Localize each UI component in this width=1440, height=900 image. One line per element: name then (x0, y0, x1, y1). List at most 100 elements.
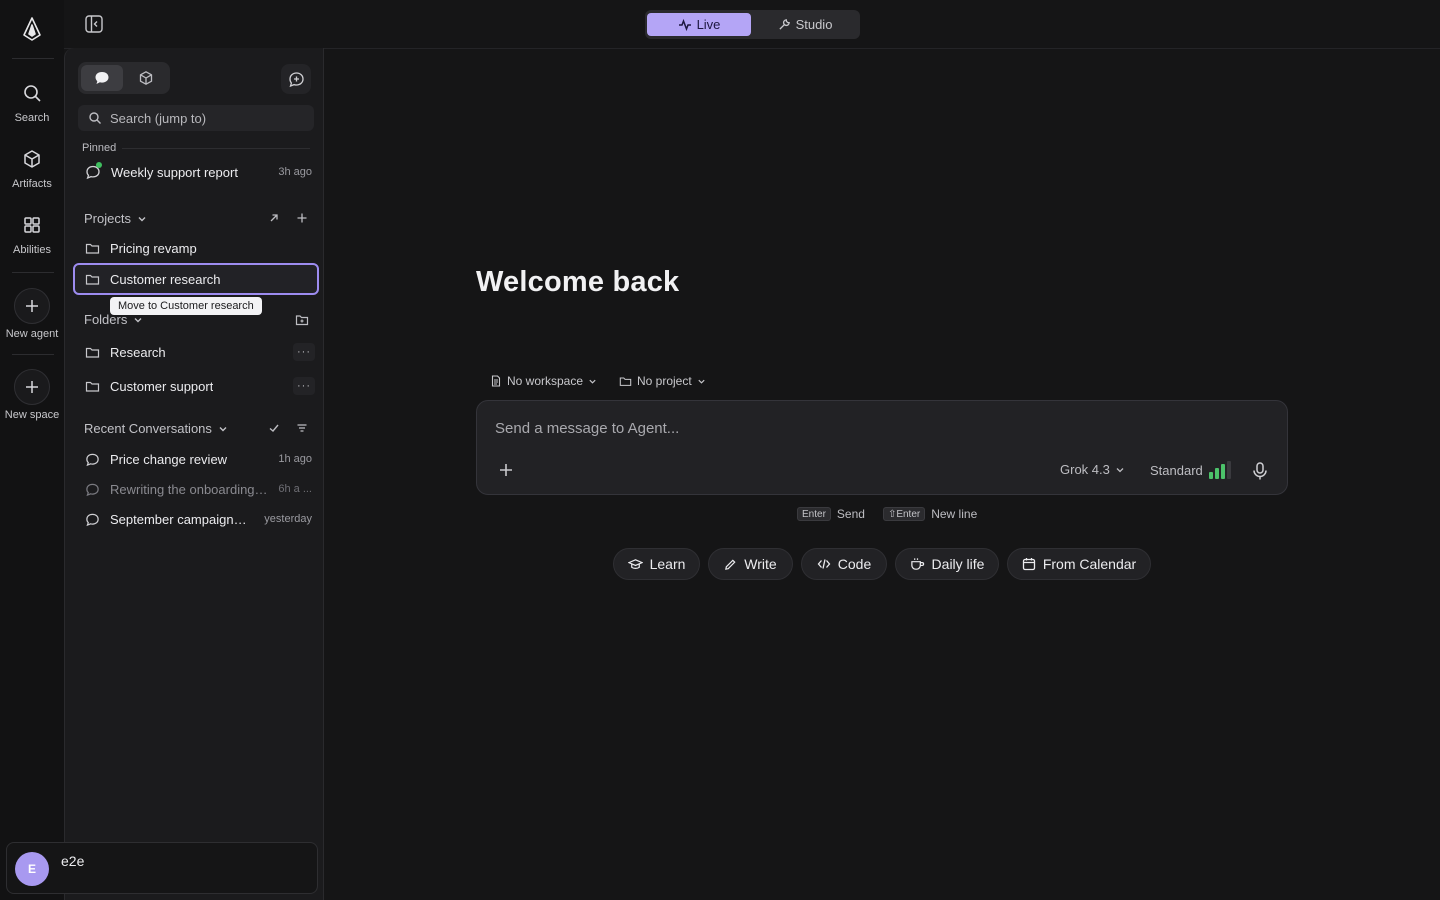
code-chip[interactable]: Code (801, 548, 887, 580)
folder-item[interactable]: Research ··· (74, 338, 318, 366)
recent-heading[interactable]: Recent Conversations (84, 421, 228, 436)
project-item-title: Pricing revamp (110, 240, 197, 256)
add-folder-button[interactable] (292, 310, 312, 330)
folder-item-title: Customer support (110, 378, 214, 394)
rail-new-space-label: New space (4, 409, 60, 421)
conversation-item[interactable]: September campaign i... yesterday (74, 505, 318, 533)
new-chat-button[interactable] (281, 64, 311, 94)
select-conversations-button[interactable] (264, 418, 284, 438)
chevron-down-icon (589, 379, 596, 384)
effort-selector[interactable]: Standard (1150, 461, 1231, 479)
sidebar-toggle-icon[interactable] (83, 13, 105, 35)
conversation-item[interactable]: Price change review 1h ago (74, 445, 318, 473)
projects-heading[interactable]: Projects (84, 211, 147, 226)
cube-icon (139, 71, 153, 85)
folder-item-title: Research (110, 344, 166, 360)
mode-live-button[interactable]: Live (647, 13, 751, 36)
filter-conversations-button[interactable] (292, 418, 312, 438)
open-projects-button[interactable] (264, 208, 284, 228)
pinned-item-time: 3h ago (278, 166, 312, 178)
rail-new-space[interactable]: New space (0, 369, 64, 425)
calendar-icon (1022, 558, 1035, 571)
rail-divider (12, 272, 54, 273)
conversation-title: Rewriting the onboarding ... (110, 481, 268, 497)
check-icon (269, 424, 279, 432)
project-selector-label: No project (637, 374, 692, 388)
pinned-heading: Pinned (82, 142, 117, 154)
rail-abilities[interactable]: Abilities (0, 214, 64, 270)
rail-search-label: Search (14, 112, 50, 124)
folder-item[interactable]: Customer support ··· (74, 372, 318, 400)
folder-more-button[interactable]: ··· (293, 377, 315, 395)
send-key-hint: Enter (797, 507, 831, 521)
conversation-time: 1h ago (278, 453, 312, 465)
folder-icon (85, 274, 100, 285)
add-project-button[interactable] (292, 208, 312, 228)
pinned-item-title: Weekly support report (111, 164, 238, 180)
user-name: e2e (61, 853, 85, 869)
coffee-icon (910, 557, 924, 570)
conversation-title: September campaign i... (110, 511, 250, 527)
arrow-up-right-icon (270, 214, 278, 222)
chat-bubble-icon (86, 513, 99, 526)
newline-key-hint: ⇧Enter (882, 507, 926, 521)
conversation-item[interactable]: Rewriting the onboarding ... 6h a ... (74, 475, 318, 503)
chat-bubble-icon (86, 453, 99, 466)
search-icon (89, 112, 101, 124)
app-logo-icon[interactable] (18, 15, 46, 43)
learn-chip-label: Learn (649, 556, 686, 572)
plus-icon (297, 213, 307, 223)
write-chip[interactable]: Write (708, 548, 793, 580)
daily-life-chip[interactable]: Daily life (895, 548, 999, 580)
folder-icon (85, 243, 100, 254)
rail-artifacts[interactable]: Artifacts (0, 148, 64, 204)
workspace-selector[interactable]: No workspace (490, 372, 597, 390)
chat-bubble-icon (86, 483, 99, 496)
graduation-cap-icon (627, 558, 643, 569)
document-icon (491, 375, 501, 387)
avatar: E (15, 852, 49, 886)
from-calendar-chip[interactable]: From Calendar (1007, 548, 1151, 580)
project-selector[interactable]: No project (619, 372, 706, 390)
rail-search[interactable]: Search (0, 82, 64, 138)
plus-icon (14, 369, 50, 405)
mode-studio-button[interactable]: Studio (753, 13, 857, 36)
project-item-selected[interactable]: Customer research (73, 263, 319, 295)
pinned-item[interactable]: Weekly support report 3h ago (74, 158, 318, 186)
filter-icon (297, 424, 307, 432)
conversation-time: yesterday (264, 513, 312, 525)
code-chip-label: Code (837, 556, 872, 572)
microphone-button[interactable] (1249, 460, 1271, 482)
sidebar-search-input[interactable] (110, 110, 300, 126)
folder-more-button[interactable]: ··· (293, 343, 315, 361)
wrench-icon (778, 19, 790, 30)
plus-icon (14, 288, 50, 324)
chats-view-button[interactable] (81, 65, 123, 91)
effort-selector-label: Standard (1150, 462, 1203, 478)
chevron-down-icon (698, 379, 705, 384)
rail-new-agent[interactable]: New agent (0, 288, 64, 344)
projects-heading-label: Projects (84, 211, 131, 226)
project-item[interactable]: Pricing revamp (74, 234, 318, 262)
project-item-title: Customer research (110, 271, 221, 287)
folder-icon (85, 347, 100, 358)
message-input[interactable] (495, 420, 1255, 442)
signal-bars-icon (1208, 461, 1231, 479)
attach-button[interactable] (495, 459, 517, 481)
rail-divider (12, 354, 54, 355)
model-selector[interactable]: Grok 4.3 (1060, 462, 1125, 477)
newline-hint-label: New line (931, 507, 978, 521)
artifacts-view-button[interactable] (125, 65, 167, 91)
icon-rail: Search Artifacts Abilities New agent New… (0, 0, 64, 900)
sidebar-search[interactable] (78, 105, 314, 131)
chevron-down-icon (138, 216, 146, 221)
user-profile-card[interactable]: E e2e (6, 842, 318, 894)
learn-chip[interactable]: Learn (613, 548, 700, 580)
pencil-icon (725, 558, 736, 570)
online-status-dot (96, 162, 102, 168)
chat-bubble-icon (85, 162, 102, 180)
keyboard-hints: Enter Send ⇧Enter New line (797, 507, 977, 521)
rail-artifacts-label: Artifacts (12, 178, 52, 190)
send-hint-label: Send (836, 507, 865, 521)
conversation-time: 6h a ... (278, 483, 312, 495)
